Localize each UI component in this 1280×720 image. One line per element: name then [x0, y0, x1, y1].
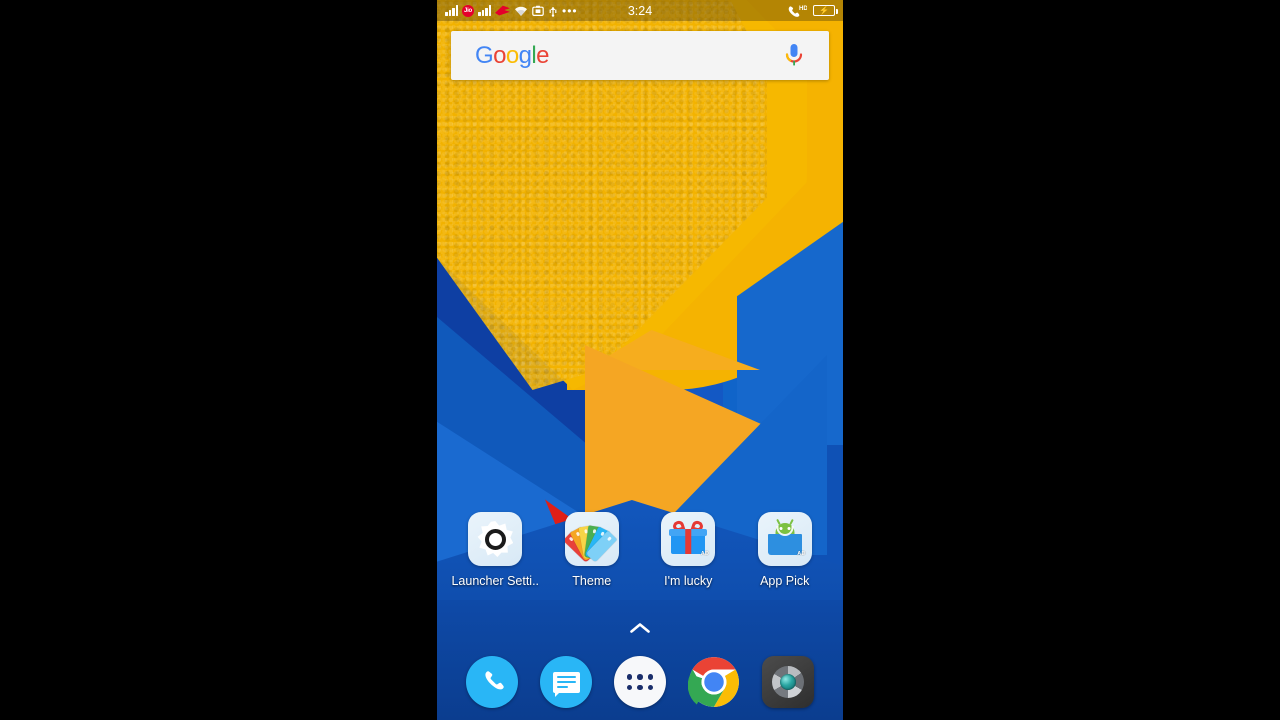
dock-item-app-drawer[interactable]	[614, 656, 666, 708]
dock	[437, 644, 843, 720]
battery-charging-icon: ⚡	[813, 5, 838, 16]
home-app-grid: Launcher Setti.. Theme AD I'm lucky AD A…	[437, 512, 843, 588]
usb-icon	[549, 6, 557, 17]
app-label: Launcher Setti..	[451, 574, 540, 588]
camera-icon[interactable]	[762, 656, 814, 708]
app-label: App Pick	[760, 574, 810, 588]
volte-hd-icon: HD	[788, 6, 807, 17]
google-search-widget[interactable]: Google	[451, 31, 829, 80]
app-theme[interactable]: Theme	[549, 512, 635, 588]
ad-badge: AD	[700, 551, 710, 557]
status-bar-left-icons: Jio •••	[445, 3, 578, 18]
swipe-up-chevron-icon[interactable]	[629, 621, 651, 635]
theme-icon[interactable]	[564, 512, 619, 566]
status-bar[interactable]: Jio ••• 3:24 HD ⚡	[437, 0, 843, 21]
app-launcher-settings[interactable]: Launcher Setti..	[451, 512, 540, 588]
app-pick-icon[interactable]: AD	[757, 512, 812, 566]
chrome-icon[interactable]	[687, 656, 740, 713]
app-im-lucky[interactable]: AD I'm lucky	[645, 512, 731, 588]
screenshot-icon	[532, 5, 544, 16]
voice-search-mic-icon[interactable]	[783, 43, 805, 69]
dock-item-messages[interactable]	[540, 656, 592, 708]
jio-carrier-icon: Jio	[462, 4, 474, 17]
phone-viewport: Jio ••• 3:24 HD ⚡ Google Launcher Setti.…	[437, 0, 843, 720]
dock-item-phone[interactable]	[466, 656, 518, 708]
message-icon[interactable]	[540, 656, 592, 708]
ad-badge: AD	[797, 551, 806, 557]
status-bar-right-icons: HD ⚡	[788, 4, 838, 17]
screen-root: Jio ••• 3:24 HD ⚡ Google Launcher Setti.…	[0, 0, 1280, 720]
wallpaper	[437, 0, 843, 720]
google-logo: Google	[475, 41, 549, 69]
app-app-pick[interactable]: AD App Pick	[742, 512, 828, 588]
airtel-carrier-icon	[495, 5, 510, 16]
app-drawer-icon[interactable]	[614, 656, 666, 708]
wifi-icon	[515, 6, 527, 16]
dock-item-camera[interactable]	[762, 656, 814, 708]
app-label: I'm lucky	[664, 574, 713, 588]
signal-bars-sim1-icon	[445, 5, 458, 16]
phone-icon[interactable]	[466, 656, 518, 708]
signal-bars-sim2-icon	[478, 5, 491, 16]
more-notifications-icon: •••	[562, 3, 578, 18]
gift-icon[interactable]: AD	[661, 512, 716, 566]
app-label: Theme	[572, 574, 612, 588]
dock-item-chrome[interactable]	[687, 656, 740, 708]
launcher-settings-icon[interactable]	[468, 512, 523, 566]
svg-text:HD: HD	[799, 6, 807, 12]
